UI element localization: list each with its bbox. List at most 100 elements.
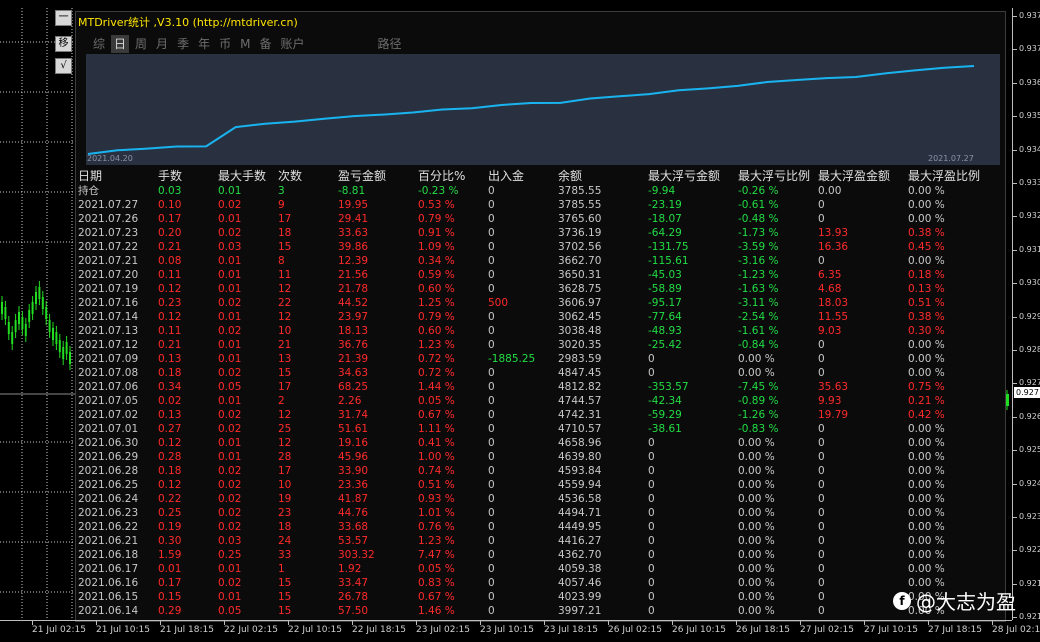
table-cell: 1.23 %	[418, 535, 455, 547]
table-cell: 1.23 %	[418, 339, 455, 351]
table-cell: 3606.97	[558, 297, 602, 309]
price-tick-label: 0.937	[1019, 44, 1040, 54]
minimize-button[interactable]: 一	[55, 10, 72, 26]
tab-4[interactable]: 季	[174, 35, 192, 53]
table-cell: 0	[818, 605, 825, 617]
table-cell: 8	[278, 255, 285, 267]
table-row: 2021.06.15 0.15 0.01 15 26.78 0.67 % 0 4023.99 0…	[76, 590, 1005, 604]
candle-body	[62, 347, 65, 359]
column-header[interactable]: 手数	[158, 169, 182, 183]
column-header[interactable]: 最大浮盈金额	[818, 169, 890, 183]
time-tick: 26 Jul 10:15	[672, 621, 726, 635]
table-row: 2021.07.27 0.10 0.02 9 19.95 0.53 % 0 3785.55 -2…	[76, 198, 1005, 212]
column-header[interactable]: 余额	[558, 169, 582, 183]
table-cell: 0.02	[218, 199, 242, 211]
table-cell: 4023.99	[558, 591, 602, 603]
table-cell: 1	[278, 563, 285, 575]
table-cell: 0.00 %	[908, 507, 945, 519]
column-header[interactable]: 百分比%	[418, 169, 465, 183]
column-header[interactable]: 出入金	[488, 169, 524, 183]
table-cell: 17	[278, 213, 292, 225]
table-cell: 0	[818, 591, 825, 603]
tab-6[interactable]: 币	[216, 35, 234, 53]
time-axis: 21 Jul 02:15 21 Jul 10:15 21 Jul 18:15 22 J…	[0, 620, 1040, 642]
table-cell: 15	[278, 367, 292, 379]
table-cell: 13	[278, 353, 292, 365]
price-tick-label: 0.936	[1019, 77, 1040, 87]
move-button[interactable]: 移	[55, 36, 72, 52]
table-cell: -18.07	[648, 213, 682, 225]
column-header[interactable]: 次数	[278, 169, 302, 183]
table-cell: 9	[278, 199, 285, 211]
time-tick: 27 Jul 18:15	[928, 621, 982, 635]
table-cell: -0.26 %	[738, 185, 779, 197]
time-tick: 22 Jul 02:15	[224, 621, 278, 635]
time-tick: 26 Jul 02:15	[608, 621, 662, 635]
candle-body	[21, 317, 24, 329]
equity-line	[87, 65, 975, 155]
table-cell: 0.13 %	[908, 283, 945, 295]
table-cell: 0.00 %	[908, 339, 945, 351]
table-cell: 4057.46	[558, 577, 602, 589]
table-cell: 0	[488, 591, 495, 603]
column-header[interactable]: 日期	[78, 169, 102, 183]
column-header[interactable]: 最大浮盈比例	[908, 169, 980, 183]
table-cell: 23	[278, 507, 292, 519]
table-cell: 0	[488, 451, 495, 463]
price-tick-label: 0.937	[1019, 11, 1040, 20]
price-tick-label: 0.921	[1019, 578, 1040, 588]
table-cell: 18	[278, 521, 292, 533]
table-cell: 0.27	[158, 423, 182, 435]
check-button[interactable]: √	[55, 58, 72, 74]
table-cell: 0.02	[218, 227, 242, 239]
table-cell: 2021.06.28	[78, 465, 139, 477]
candle-body	[11, 332, 14, 344]
column-header[interactable]: 最大浮亏比例	[738, 169, 810, 183]
table-cell: 0.51 %	[908, 297, 945, 309]
table-cell: 0	[648, 493, 655, 505]
tab-10[interactable]: 路径	[375, 35, 405, 53]
tab-8[interactable]: 备	[256, 35, 274, 53]
table-cell: 0.83 %	[418, 577, 455, 589]
tab-1[interactable]: 日	[111, 35, 130, 53]
column-header[interactable]: 最大浮亏金额	[648, 169, 720, 183]
price-tick-label: 0.932	[1019, 211, 1040, 221]
table-cell: 0.00 %	[738, 493, 775, 505]
time-tick: 27 Jul 02:15	[800, 621, 854, 635]
table-cell: 33.63	[338, 227, 369, 239]
tab-9[interactable]: 账户	[277, 35, 307, 53]
table-cell: 0	[818, 493, 825, 505]
table-cell: 0	[818, 507, 825, 519]
table-cell: 4744.57	[558, 395, 602, 407]
column-header[interactable]: 盈亏金额	[338, 169, 386, 183]
table-cell: 2021.07.01	[78, 423, 139, 435]
table-cell: 2021.06.21	[78, 535, 139, 547]
table-cell: 0	[488, 185, 495, 197]
table-cell: 0.02	[218, 577, 242, 589]
tab-5[interactable]: 年	[195, 35, 213, 53]
table-cell: 0.00 %	[908, 353, 945, 365]
table-cell: 0.01	[218, 451, 242, 463]
table-cell: 0.21	[158, 339, 182, 351]
table-cell: 2021.07.22	[78, 241, 139, 253]
table-cell: 0.08	[158, 255, 182, 267]
table-cell: 0.38 %	[908, 227, 945, 239]
table-cell: 0.01	[218, 213, 242, 225]
tab-7[interactable]: M	[237, 35, 253, 53]
tab-3[interactable]: 月	[153, 35, 171, 53]
table-cell: 3020.35	[558, 339, 602, 351]
table-row: 2021.07.09 0.13 0.01 13 21.39 0.72 % -1885.25 2…	[76, 352, 1005, 366]
table-cell: 3650.31	[558, 269, 602, 281]
table-cell: 17	[278, 465, 292, 477]
table-cell: 0	[488, 395, 495, 407]
tab-2[interactable]: 周	[132, 35, 150, 53]
time-tick: 21 Jul 02:15	[32, 621, 86, 635]
table-cell: 0.00 %	[908, 185, 945, 197]
table-cell: 0.00 %	[738, 479, 775, 491]
table-cell: 0.19	[158, 521, 182, 533]
table-cell: 12	[278, 311, 292, 323]
tab-0[interactable]: 综	[90, 35, 108, 53]
table-cell: 3785.55	[558, 185, 602, 197]
column-header[interactable]: 最大手数	[218, 169, 266, 183]
table-cell: 19.16	[338, 437, 369, 449]
